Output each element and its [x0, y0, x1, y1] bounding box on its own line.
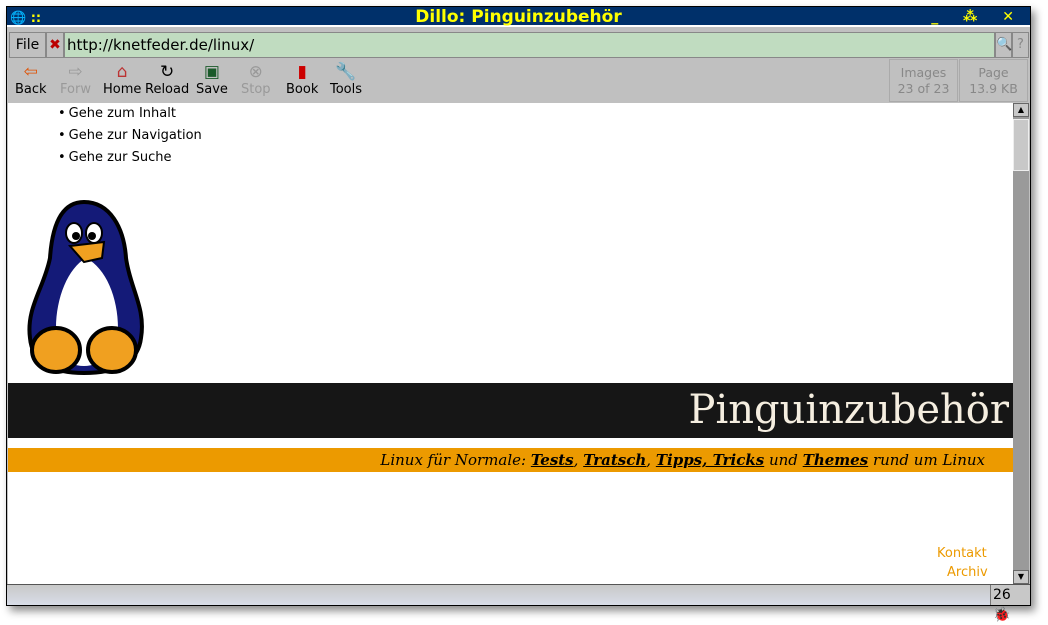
reload-icon: ↻ [159, 62, 175, 82]
bug-icon: 🐞 [993, 607, 1011, 623]
back-arrow-icon: ⇦ [23, 62, 38, 82]
search-icon[interactable]: 🔍 [995, 32, 1012, 58]
skip-link[interactable]: Gehe zum Inhalt [58, 107, 202, 129]
scroll-down-arrow-icon[interactable]: ▼ [1013, 570, 1029, 584]
file-menu[interactable]: File [9, 32, 46, 58]
window-controls[interactable]: _ ⁂ ✕ [931, 7, 1024, 27]
floppy-icon: ▣ [203, 62, 220, 82]
browser-window: 🌐 :: Dillo: Pinguinzubehör _ ⁂ ✕ File ✖ … [6, 6, 1031, 623]
book-icon: ▮ [297, 62, 307, 82]
site-banner: Pinguinzubehör [8, 383, 1013, 438]
skip-link[interactable]: Gehe zur Navigation [58, 129, 202, 151]
tools-button[interactable]: 🔧 Tools [330, 62, 362, 97]
reload-button[interactable]: ↻ Reload [145, 62, 189, 97]
window-title: Dillo: Pinguinzubehör [415, 7, 622, 27]
clear-url-icon[interactable]: ✖ [46, 32, 64, 58]
back-button[interactable]: ⇦ Back [15, 62, 47, 97]
scrollbar-thumb[interactable] [1013, 119, 1029, 171]
forward-arrow-icon: ⇨ [68, 62, 83, 82]
url-input[interactable]: http://knetfeder.de/linux/ [64, 32, 995, 58]
home-icon: ⌂ [116, 62, 128, 82]
page-content: Gehe zum Inhalt Gehe zur Navigation Gehe… [8, 103, 1013, 584]
status-bar: 26 🐞 [7, 584, 1030, 623]
tipps-link[interactable]: Tipps, Tricks [656, 451, 764, 469]
page-info[interactable]: Page 13.9 KB [959, 59, 1028, 102]
toolbar: ⇦ Back ⇨ Forw ⌂ Home ↻ Reload ▣ Save ⊗ Stop ▮ B… [7, 58, 1030, 103]
scroll-up-arrow-icon[interactable]: ▲ [1013, 103, 1029, 117]
stop-icon: ⊗ [248, 62, 263, 82]
tests-link[interactable]: Tests [531, 451, 574, 469]
home-button[interactable]: ⌂ Home [103, 62, 141, 97]
window-menu-icon[interactable]: 🌐 :: [10, 9, 41, 29]
tagline: Linux für Normale: Tests, Tratsch, Tipps… [8, 448, 1013, 472]
bookmarks-button[interactable]: ▮ Book [286, 62, 318, 97]
bug-meter[interactable]: 26 🐞 [990, 585, 1030, 623]
location-bar: File ✖ http://knetfeder.de/linux/ 🔍 ? [7, 30, 1030, 58]
tratsch-link[interactable]: Tratsch [583, 451, 646, 469]
skip-links: Gehe zum Inhalt Gehe zur Navigation Gehe… [58, 107, 202, 173]
save-button[interactable]: ▣ Save [196, 62, 228, 97]
forward-button[interactable]: ⇨ Forw [60, 62, 91, 97]
title-bar: 🌐 :: Dillo: Pinguinzubehör _ ⁂ ✕ [7, 7, 1030, 27]
wrench-icon: 🔧 [335, 62, 357, 82]
stop-button[interactable]: ⊗ Stop [241, 62, 271, 97]
images-info[interactable]: Images 23 of 23 [889, 59, 958, 102]
skip-link[interactable]: Gehe zur Suche [58, 151, 202, 173]
help-icon[interactable]: ? [1012, 32, 1029, 58]
kontakt-link[interactable]: Kontakt [937, 546, 987, 562]
vertical-scrollbar[interactable]: ▲ ▼ [1013, 103, 1029, 584]
penguin-logo [27, 199, 144, 376]
archiv-link[interactable]: Archiv [947, 565, 988, 581]
status-message [7, 585, 990, 605]
themes-link[interactable]: Themes [803, 451, 868, 469]
